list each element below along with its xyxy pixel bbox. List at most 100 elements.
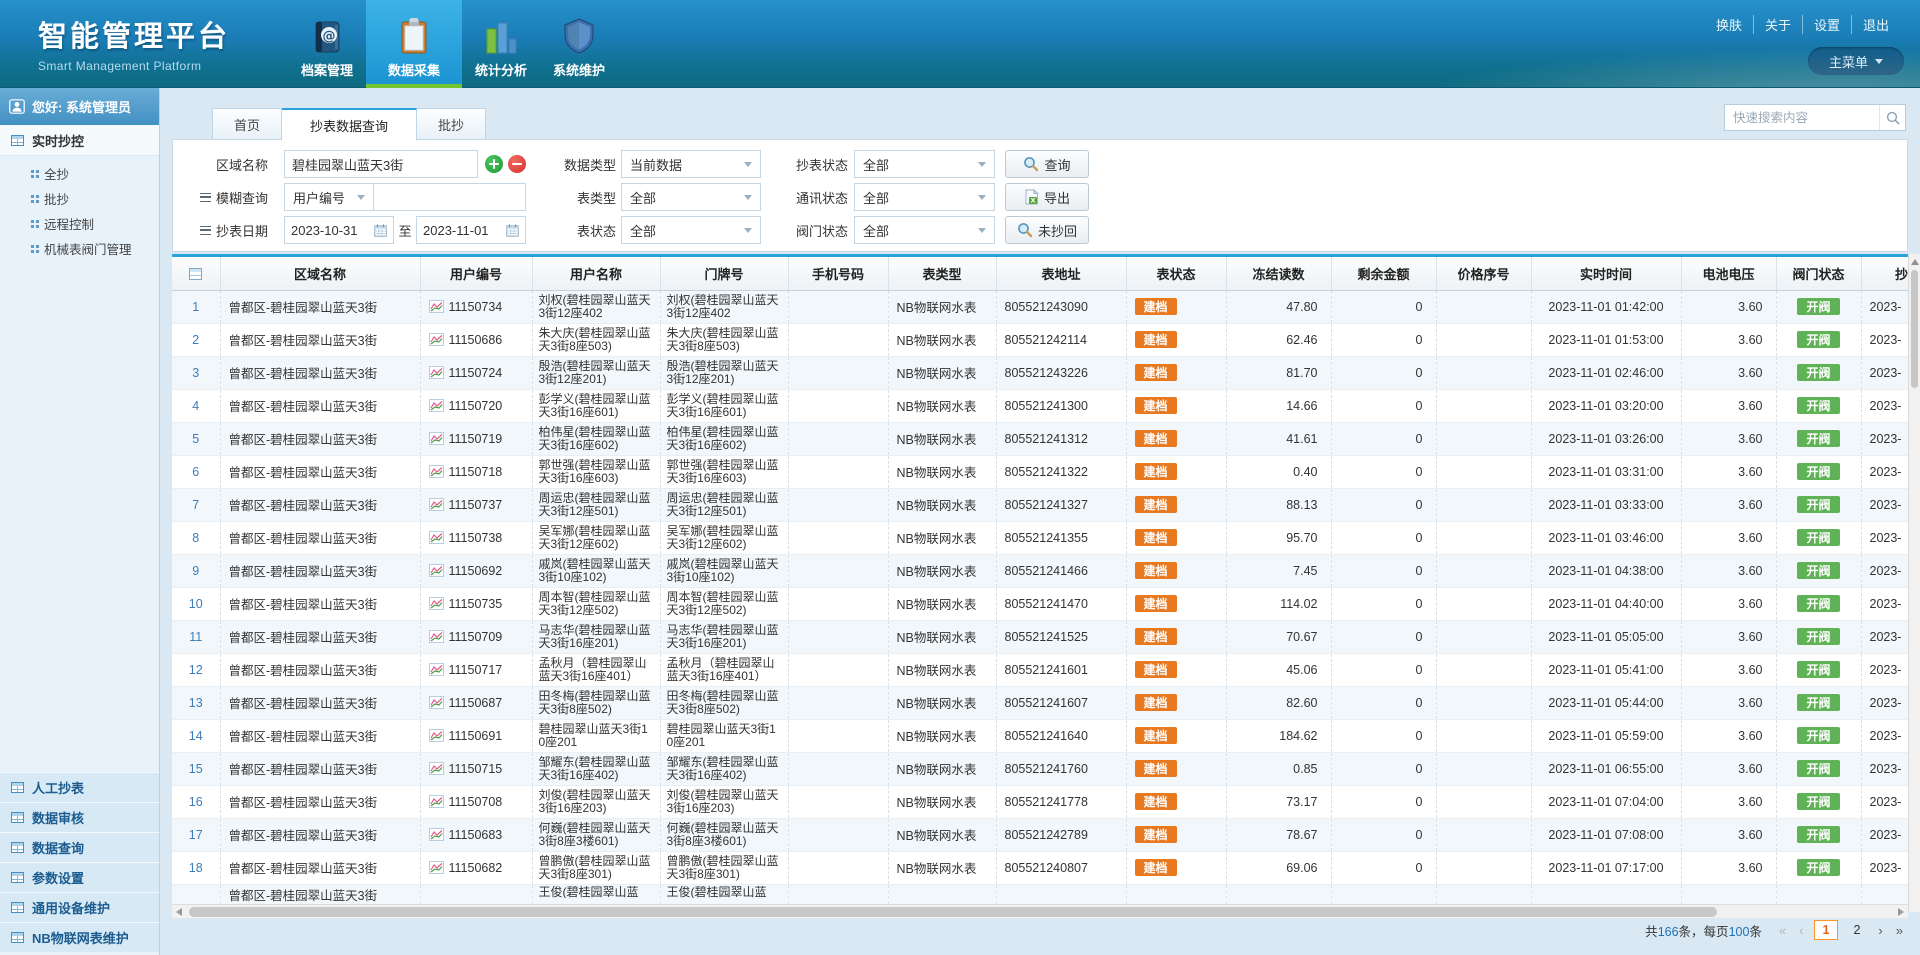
column-header-balance[interactable]: 剩余金额 [1331,257,1436,290]
nav-item-data-collection[interactable]: 数据采集 [366,0,462,88]
tab-home[interactable]: 首页 [212,108,282,140]
fuzzy-value-input[interactable] [374,184,525,210]
chart-line-icon[interactable] [429,762,444,775]
column-header-phone[interactable]: 手机号码 [788,257,888,290]
link-settings[interactable]: 设置 [1803,15,1852,34]
chart-line-icon[interactable] [429,498,444,511]
tab-batch-reading[interactable]: 批抄 [417,108,486,140]
data-type-select[interactable]: 当前数据 [621,150,761,178]
table-row[interactable]: 3曾都区-碧桂园翠山蓝天3街11150724殷浩(碧桂园翠山蓝天3街12座201… [172,356,1908,389]
chart-line-icon[interactable] [429,729,444,742]
unread-button[interactable]: 未抄回 [1005,216,1089,244]
sidebar-section-item[interactable]: 人工抄表 [0,772,159,802]
table-row[interactable]: 12曾都区-碧桂园翠山蓝天3街11150717孟秋月（碧桂园翠山蓝天3街16座4… [172,653,1908,686]
sidebar-sub-item[interactable]: 远程控制 [0,211,159,236]
search-input[interactable] [1725,111,1879,125]
nav-item-statistics[interactable]: 统计分析 [462,0,540,88]
add-area-button[interactable] [485,155,503,173]
last-page-button[interactable]: » [1893,922,1906,939]
link-change-skin[interactable]: 换肤 [1705,15,1754,34]
table-row[interactable]: 10曾都区-碧桂园翠山蓝天3街11150735周本智(碧桂园翠山蓝天3街12座5… [172,587,1908,620]
next-page-button[interactable]: › [1875,922,1885,939]
sidebar-section-item[interactable]: 通用设备维护 [0,892,159,922]
chart-line-icon[interactable] [429,465,444,478]
page-2-button[interactable]: 2 [1845,921,1868,939]
table-row[interactable]: 6曾都区-碧桂园翠山蓝天3街11150718郭世强(碧桂园翠山蓝天3街16座60… [172,455,1908,488]
chart-line-icon[interactable] [429,432,444,445]
column-header-name[interactable]: 用户名称 [532,257,660,290]
sidebar-section-item[interactable]: 数据查询 [0,832,159,862]
column-header-status[interactable]: 表状态 [1126,257,1226,290]
chart-line-icon[interactable] [429,630,444,643]
page-1-button[interactable]: 1 [1814,920,1839,940]
main-menu-button[interactable]: 主菜单 [1808,47,1904,75]
table-row[interactable]: 5曾都区-碧桂园翠山蓝天3街11150719柏伟星(碧桂园翠山蓝天3街16座60… [172,422,1908,455]
sidebar-sub-item[interactable]: 全抄 [0,161,159,186]
column-header-mtype[interactable]: 表类型 [888,257,996,290]
comm-status-select[interactable]: 全部 [854,183,995,211]
column-header-valve[interactable]: 阀门状态 [1776,257,1861,290]
select-all-icon[interactable] [189,268,202,280]
column-header-reading[interactable]: 冻结读数 [1226,257,1331,290]
sidebar-section-item[interactable]: NB物联网表维护 [0,922,159,952]
table-row[interactable]: 曾都区-碧桂园翠山蓝天3街王俊(碧桂园翠山蓝王俊(碧桂园翠山蓝 [172,884,1908,904]
chart-line-icon[interactable] [429,597,444,610]
query-button[interactable]: 查询 [1005,150,1089,178]
area-name-input[interactable] [285,151,477,177]
table-row[interactable]: 4曾都区-碧桂园翠山蓝天3街11150720彭学义(碧桂园翠山蓝天3街16座60… [172,389,1908,422]
sidebar-section-item[interactable]: 参数设置 [0,862,159,892]
chart-line-icon[interactable] [429,795,444,808]
chart-line-icon[interactable] [429,399,444,412]
read-status-select[interactable]: 全部 [854,150,995,178]
fuzzy-field-select[interactable]: 用户编号 [284,183,374,211]
table-row[interactable]: 16曾都区-碧桂园翠山蓝天3街11150708刘俊(碧桂园翠山蓝天3街16座20… [172,785,1908,818]
table-row[interactable]: 18曾都区-碧桂园翠山蓝天3街11150682曾鹏傲(碧桂园翠山蓝天3街8座30… [172,851,1908,884]
export-button[interactable]: X 导出 [1005,183,1089,211]
table-row[interactable]: 1曾都区-碧桂园翠山蓝天3街11150734刘权(碧桂园翠山蓝天3街12座402… [172,290,1908,323]
vertical-scroll-thumb[interactable] [1911,270,1918,388]
sidebar-section-item[interactable]: 数据审核 [0,802,159,832]
table-row[interactable]: 8曾都区-碧桂园翠山蓝天3街11150738吴军娜(碧桂园翠山蓝天3街12座60… [172,521,1908,554]
nav-item-system-maintenance[interactable]: 系统维护 [540,0,618,88]
remove-area-button[interactable] [508,155,526,173]
table-row[interactable]: 17曾都区-碧桂园翠山蓝天3街11150683何巍(碧桂园翠山蓝天3街8座3楼6… [172,818,1908,851]
table-row[interactable]: 2曾都区-碧桂园翠山蓝天3街11150686朱大庆(碧桂园翠山蓝天3街8座503… [172,323,1908,356]
tab-meter-data-query[interactable]: 抄表数据查询 [282,108,417,141]
sidebar-sub-item[interactable]: 机械表阀门管理 [0,236,159,261]
sidebar-section-realtime-reading[interactable]: 实时抄控 [0,125,159,156]
column-header-uid[interactable]: 用户编号 [420,257,532,290]
table-row[interactable]: 14曾都区-碧桂园翠山蓝天3街11150691碧桂园翠山蓝天3街10座201碧桂… [172,719,1908,752]
chart-line-icon[interactable] [429,696,444,709]
date-to-input[interactable]: 2023-11-01 [416,216,526,244]
chart-line-icon[interactable] [429,300,444,313]
chart-line-icon[interactable] [429,333,444,346]
table-row[interactable]: 7曾都区-碧桂园翠山蓝天3街11150737周运忠(碧桂园翠山蓝天3街12座50… [172,488,1908,521]
table-row[interactable]: 15曾都区-碧桂园翠山蓝天3街11150715邹耀东(碧桂园翠山蓝天3街16座4… [172,752,1908,785]
table-row[interactable]: 13曾都区-碧桂园翠山蓝天3街11150687田冬梅(碧桂园翠山蓝天3街8座50… [172,686,1908,719]
column-header-addr[interactable]: 表地址 [996,257,1126,290]
select-all-header[interactable] [172,257,220,290]
chart-line-icon[interactable] [429,531,444,544]
valve-status-select[interactable]: 全部 [854,216,995,244]
chart-line-icon[interactable] [429,828,444,841]
table-row[interactable]: 9曾都区-碧桂园翠山蓝天3街11150692戚岚(碧桂园翠山蓝天3街10座102… [172,554,1908,587]
table-row[interactable]: 11曾都区-碧桂园翠山蓝天3街11150709马志华(碧桂园翠山蓝天3街16座2… [172,620,1908,653]
chart-line-icon[interactable] [429,861,444,874]
scroll-up-arrow-icon[interactable] [1911,259,1919,265]
meter-type-select[interactable]: 全部 [621,183,761,211]
link-logout[interactable]: 退出 [1852,15,1900,34]
search-icon[interactable] [1879,105,1905,130]
link-about[interactable]: 关于 [1754,15,1803,34]
chart-line-icon[interactable] [429,564,444,577]
first-page-button[interactable]: « [1776,922,1789,939]
column-header-time[interactable]: 实时时间 [1531,257,1681,290]
chart-line-icon[interactable] [429,663,444,676]
vertical-scrollbar[interactable] [1908,254,1920,912]
date-from-input[interactable]: 2023-10-31 [284,216,394,244]
column-header-region[interactable]: 区域名称 [220,257,420,290]
column-header-volt[interactable]: 电池电压 [1681,257,1776,290]
meter-status-select[interactable]: 全部 [621,216,761,244]
prev-page-button[interactable]: ‹ [1796,922,1806,939]
nav-item-archive[interactable]: @ 档案管理 [288,0,366,88]
chart-line-icon[interactable] [429,366,444,379]
